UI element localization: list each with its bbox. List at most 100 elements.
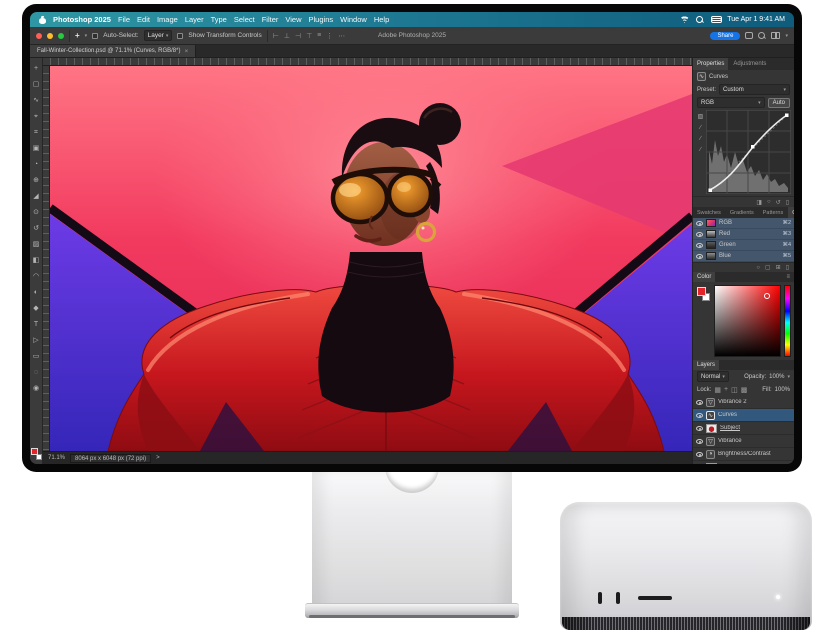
- curve-edit-icon[interactable]: ▧: [698, 113, 704, 120]
- comment-icon[interactable]: [745, 32, 753, 39]
- tool-pen[interactable]: ◆: [33, 301, 38, 317]
- move-tool-icon[interactable]: +: [75, 31, 80, 40]
- menu-file[interactable]: File: [118, 15, 130, 24]
- curve-grid[interactable]: [706, 110, 791, 194]
- lock-pixels-icon[interactable]: ◫: [731, 386, 738, 394]
- channel-row-red[interactable]: Red ⌘3: [693, 229, 794, 240]
- tool-dodge[interactable]: ◐: [34, 285, 38, 301]
- layer-row-background[interactable]: Background: [693, 461, 794, 464]
- menu-window[interactable]: Window: [340, 15, 367, 24]
- tab-channels[interactable]: Channels: [788, 207, 794, 218]
- auto-select-target-dropdown[interactable]: Layer ▾: [144, 30, 173, 41]
- menu-clock[interactable]: Tue Apr 1 9:41 AM: [727, 16, 785, 23]
- delete-icon[interactable]: ▯: [786, 199, 789, 206]
- visibility-eye-icon[interactable]: [696, 413, 703, 418]
- opacity-value[interactable]: 100%: [769, 374, 784, 380]
- visibility-eye-icon[interactable]: [696, 400, 703, 405]
- align-top-icon[interactable]: ⊤: [306, 32, 312, 40]
- menu-type[interactable]: Type: [211, 15, 227, 24]
- document-info[interactable]: 8064 px x 6048 px (72 ppi): [70, 454, 151, 463]
- foreground-color-swatch[interactable]: [31, 448, 38, 455]
- horizontal-ruler[interactable]: [43, 58, 692, 66]
- tool-path-selection[interactable]: ▷: [33, 333, 38, 349]
- tool-crop[interactable]: ⌗: [34, 125, 38, 141]
- tool-hand[interactable]: ◌: [34, 365, 38, 381]
- status-chevron-icon[interactable]: >: [156, 455, 160, 461]
- transform-controls-checkbox[interactable]: [177, 33, 183, 39]
- visibility-eye-icon[interactable]: [696, 243, 703, 248]
- lock-transparency-icon[interactable]: ▦: [714, 386, 721, 394]
- white-point-eyedropper-icon[interactable]: ∕: [700, 147, 701, 153]
- tool-marquee[interactable]: ▢: [33, 77, 40, 93]
- tool-zoom[interactable]: ◉: [33, 381, 39, 397]
- auto-button[interactable]: Auto: [768, 98, 790, 108]
- black-point-eyedropper-icon[interactable]: ∕: [700, 125, 701, 131]
- load-selection-icon[interactable]: ○: [756, 265, 760, 271]
- channel-row-blue[interactable]: Blue ⌘5: [693, 251, 794, 262]
- tool-eraser[interactable]: ▨: [33, 237, 40, 253]
- tool-eyedropper[interactable]: ◔: [34, 157, 38, 173]
- tab-gradients[interactable]: Gradients: [726, 207, 758, 218]
- tool-history-brush[interactable]: ↺: [33, 221, 39, 237]
- new-channel-icon[interactable]: ⊞: [776, 264, 781, 271]
- menu-select[interactable]: Select: [234, 15, 255, 24]
- channel-row-rgb[interactable]: RGB ⌘2: [693, 218, 794, 229]
- menu-app-name[interactable]: Photoshop 2025: [53, 15, 111, 24]
- blend-mode-dropdown[interactable]: Normal ▾: [697, 371, 729, 382]
- tool-shape[interactable]: ▭: [33, 349, 40, 365]
- menu-image[interactable]: Image: [157, 15, 178, 24]
- tab-patterns[interactable]: Patterns: [759, 207, 787, 218]
- tool-gradient[interactable]: ◧: [33, 253, 40, 269]
- visibility-icon[interactable]: ○: [767, 199, 771, 205]
- tool-frame[interactable]: ▣: [33, 141, 40, 157]
- lock-position-icon[interactable]: +: [724, 386, 728, 393]
- color-picker-ring[interactable]: [764, 293, 770, 299]
- menu-plugins[interactable]: Plugins: [309, 15, 334, 24]
- visibility-eye-icon[interactable]: [696, 426, 703, 431]
- panel-menu-icon[interactable]: ≡: [782, 272, 794, 282]
- layer-row-brightness-contrast[interactable]: ◑ Brightness/Contrast: [693, 448, 794, 461]
- zoom-level[interactable]: 71.1%: [48, 455, 65, 461]
- zoom-window-button[interactable]: [58, 33, 64, 39]
- tool-object-selection[interactable]: ⌖: [34, 109, 38, 125]
- more-options-icon[interactable]: ⋯: [338, 32, 345, 40]
- share-button[interactable]: Share: [710, 32, 740, 40]
- search-icon[interactable]: [758, 32, 766, 40]
- menu-view[interactable]: View: [285, 15, 301, 24]
- tool-brush[interactable]: ◢: [33, 189, 38, 205]
- channel-row-green[interactable]: Green ⌘4: [693, 240, 794, 251]
- visibility-eye-icon[interactable]: [696, 439, 703, 444]
- document-tab[interactable]: Fall-Winter-Collection.psd @ 71.1% (Curv…: [30, 45, 196, 57]
- workspace-switcher-icon[interactable]: [771, 32, 780, 39]
- tab-swatches[interactable]: Swatches: [693, 207, 725, 218]
- vertical-ruler[interactable]: [43, 66, 50, 451]
- tab-layers[interactable]: Layers: [693, 360, 719, 370]
- visibility-eye-icon[interactable]: [696, 452, 703, 457]
- channel-dropdown[interactable]: RGB ▾: [697, 97, 765, 108]
- visibility-eye-icon[interactable]: [696, 232, 703, 237]
- delete-channel-icon[interactable]: ▯: [786, 264, 789, 271]
- tool-type[interactable]: T: [34, 317, 38, 333]
- tool-blur[interactable]: ◠: [33, 269, 39, 285]
- layer-row-curves[interactable]: ∿ Curves: [693, 409, 794, 422]
- foreground-color-swatch[interactable]: [697, 287, 706, 296]
- visibility-eye-icon[interactable]: [696, 221, 703, 226]
- wifi-icon[interactable]: [680, 16, 689, 23]
- tool-clone-stamp[interactable]: ⊙: [33, 205, 39, 221]
- auto-select-checkbox[interactable]: [92, 33, 98, 39]
- hue-slider[interactable]: [784, 285, 791, 357]
- preset-dropdown[interactable]: Custom ▾: [719, 84, 790, 95]
- color-swatches[interactable]: [31, 448, 42, 460]
- gray-point-eyedropper-icon[interactable]: ∕: [700, 136, 701, 142]
- tool-lasso[interactable]: ∿: [33, 93, 39, 109]
- tab-properties[interactable]: Properties: [693, 58, 728, 70]
- close-window-button[interactable]: [36, 33, 42, 39]
- align-left-icon[interactable]: ⊢: [273, 32, 279, 40]
- layer-row-vibrance[interactable]: ▽ Vibrance: [693, 435, 794, 448]
- apple-menu-icon[interactable]: [39, 16, 46, 24]
- minimize-window-button[interactable]: [47, 33, 53, 39]
- clip-to-layer-icon[interactable]: ◨: [756, 199, 762, 206]
- tool-move[interactable]: +: [34, 61, 38, 77]
- lock-all-icon[interactable]: ▩: [741, 386, 748, 394]
- control-center-icon[interactable]: [711, 16, 720, 23]
